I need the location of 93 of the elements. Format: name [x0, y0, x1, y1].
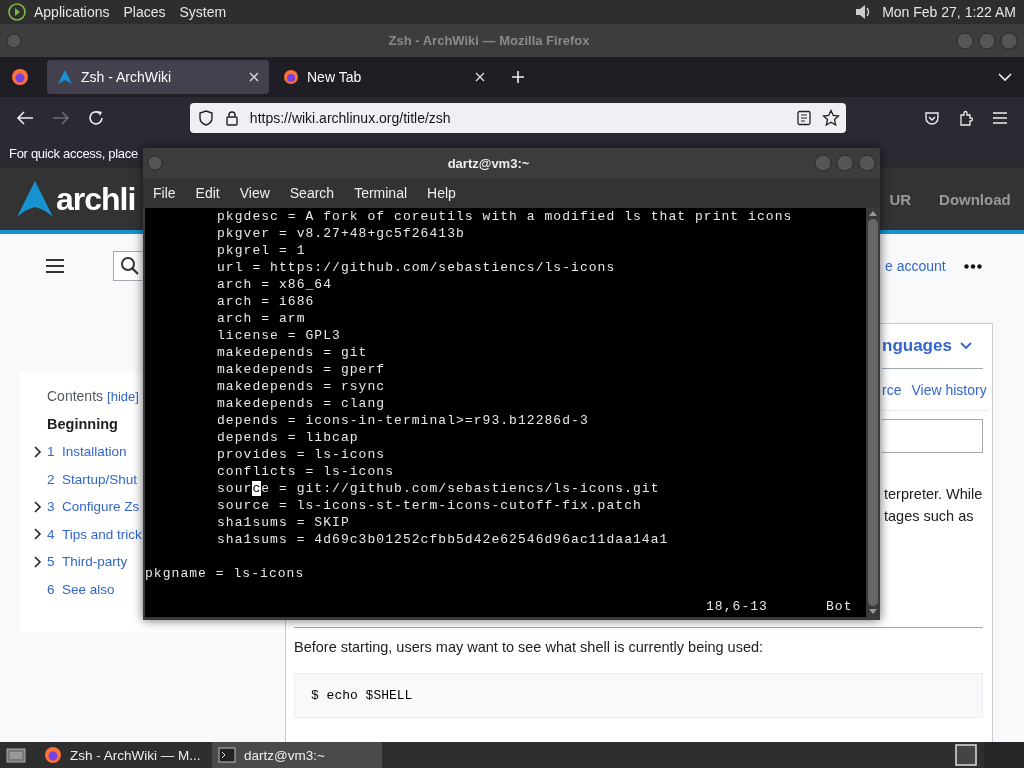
- section-number: 3: [47, 499, 56, 515]
- firefox-icon[interactable]: [11, 68, 29, 86]
- menu-item[interactable]: Help: [427, 185, 456, 201]
- menu-item[interactable]: Search: [289, 185, 335, 201]
- terminal-line: makedepends = gperf: [217, 362, 386, 377]
- page-tab[interactable]: rce: [882, 381, 902, 398]
- more-icon[interactable]: [963, 263, 982, 269]
- panel-menu[interactable]: Places: [123, 4, 166, 20]
- text-line: terpreter. While: [884, 485, 983, 504]
- account-link[interactable]: e account: [885, 258, 946, 274]
- menu-logo-icon[interactable]: [8, 3, 26, 21]
- taskbar-item[interactable]: Zsh - ArchWiki — M...: [38, 742, 208, 768]
- text-line: tages such as: [884, 507, 975, 526]
- terminal-line: arch = x86_64: [217, 277, 333, 292]
- terminal-line: license = GPL3: [217, 328, 341, 343]
- terminal-line: arch = i686: [217, 294, 315, 309]
- terminal-line: sour c e = git://github.com/sebastiencs/ls-icons.git: [217, 481, 660, 496]
- terminal-line: provides = ls-icons: [217, 447, 386, 462]
- expand-icon[interactable]: [34, 500, 42, 513]
- menu-item[interactable]: Terminal: [354, 185, 408, 201]
- section-number: 1: [47, 444, 56, 460]
- firefox-icon: [44, 746, 62, 764]
- expand-icon[interactable]: [34, 528, 42, 541]
- contents-link[interactable]: Startup/Shut: [62, 471, 138, 487]
- menu-item[interactable]: Edit: [195, 185, 220, 201]
- contents-title: Contents: [47, 388, 104, 404]
- contents-link[interactable]: Tips and trick: [62, 526, 142, 542]
- menu-icon[interactable]: [45, 258, 65, 274]
- window-title: dartz@vm3:~: [446, 155, 531, 171]
- window-title: Zsh - ArchWiki — Mozilla Firefox: [387, 33, 591, 48]
- panel-menu[interactable]: Applications: [34, 4, 110, 20]
- scrollbar[interactable]: [866, 208, 880, 617]
- contents-link[interactable]: See also: [62, 581, 115, 597]
- nav-link[interactable]: UR: [889, 190, 912, 208]
- terminal-icon: [218, 747, 236, 763]
- workspace-icon[interactable]: [954, 744, 978, 766]
- hide-link[interactable]: [hide]: [107, 389, 139, 404]
- terminal-line: makedepends = git: [217, 345, 368, 360]
- contents-link[interactable]: Installation: [62, 444, 127, 460]
- search-field[interactable]: [113, 251, 142, 281]
- pocket-icon[interactable]: [924, 109, 941, 126]
- terminal-line: source = ls-icons-st-term-icons-cutoff-fix.patch: [217, 498, 642, 513]
- terminal-line: pkgdesc = A fork of coreutils with a modified ls that print icons: [217, 209, 793, 224]
- contents-link[interactable]: Third-party: [62, 554, 128, 570]
- firefox-icon: [283, 69, 299, 85]
- menu-item[interactable]: File: [153, 185, 176, 201]
- section-number: 2: [47, 471, 56, 487]
- reload-icon[interactable]: [87, 109, 104, 126]
- section-number: 4: [47, 526, 56, 542]
- contents-heading[interactable]: Beginning: [47, 416, 118, 432]
- terminal-line: depends = libcap: [217, 430, 359, 445]
- address-bar[interactable]: https://wiki.archlinux.org/title/zsh: [189, 102, 847, 133]
- scroll-position: Bot: [825, 599, 853, 614]
- expand-icon[interactable]: [34, 555, 42, 568]
- bookmarks-hint: For quick access, place: [9, 145, 138, 161]
- paragraph: Before starting, users may want to see what shell is currently being used:: [294, 638, 765, 657]
- clock: Mon Feb 27, 1:22 AM: [882, 4, 1016, 20]
- terminal-line: pkgname = ls-icons: [145, 566, 305, 581]
- terminal-line: conflicts = ls-icons: [217, 464, 395, 479]
- browser-tab[interactable]: Zsh - ArchWiki: [47, 60, 269, 94]
- extensions-icon[interactable]: [958, 109, 975, 126]
- terminal-line: sha1sums = SKIP: [217, 515, 350, 530]
- browser-tab[interactable]: New Tab: [273, 60, 495, 94]
- languages-button[interactable]: nguages: [882, 336, 952, 356]
- new-tab-icon[interactable]: [511, 70, 525, 84]
- terminal-line: pkgrel = 1: [217, 243, 306, 258]
- cursor-position: 18,6-13: [706, 599, 768, 614]
- scroll-down-icon[interactable]: [869, 609, 877, 614]
- arch-logo-icon: [57, 69, 73, 85]
- terminal-line: depends = icons-in-terminal>=r93.b12286d-3: [217, 413, 589, 428]
- scroll-up-icon[interactable]: [869, 211, 877, 216]
- search-icon[interactable]: [120, 256, 140, 276]
- back-icon[interactable]: [16, 109, 34, 126]
- show-desktop-icon[interactable]: [6, 747, 26, 763]
- terminal-line: makedepends = rsync: [217, 379, 386, 394]
- code-block: $ echo $SHELL: [294, 673, 983, 718]
- menu-item[interactable]: View: [239, 185, 270, 201]
- logo-text[interactable]: archli: [56, 180, 136, 218]
- nav-link[interactable]: Download: [939, 190, 1011, 208]
- expand-icon[interactable]: [34, 445, 42, 458]
- terminal-line: arch = arm: [217, 311, 306, 326]
- terminal-line: sha1sums = 4d69c3b01252cfbb5d42e62546d96ac11daa14a1: [217, 532, 669, 547]
- terminal-line: url = https://github.com/sebastiencs/ls-icons: [217, 260, 616, 275]
- page-tab[interactable]: View history: [911, 381, 987, 398]
- arch-logo-icon[interactable]: [16, 180, 54, 218]
- section-number: 6: [47, 581, 56, 597]
- section-number: 5: [47, 554, 56, 570]
- contents-link[interactable]: Configure Zs: [62, 499, 140, 515]
- taskbar-item[interactable]: dartz@vm3:~: [212, 742, 382, 768]
- terminal-line: pkgver = v8.27+48+gc5f26413b: [217, 226, 465, 241]
- input-field[interactable]: [882, 419, 983, 453]
- panel-menu[interactable]: System: [179, 4, 227, 20]
- terminal-line: makedepends = clang: [217, 396, 386, 411]
